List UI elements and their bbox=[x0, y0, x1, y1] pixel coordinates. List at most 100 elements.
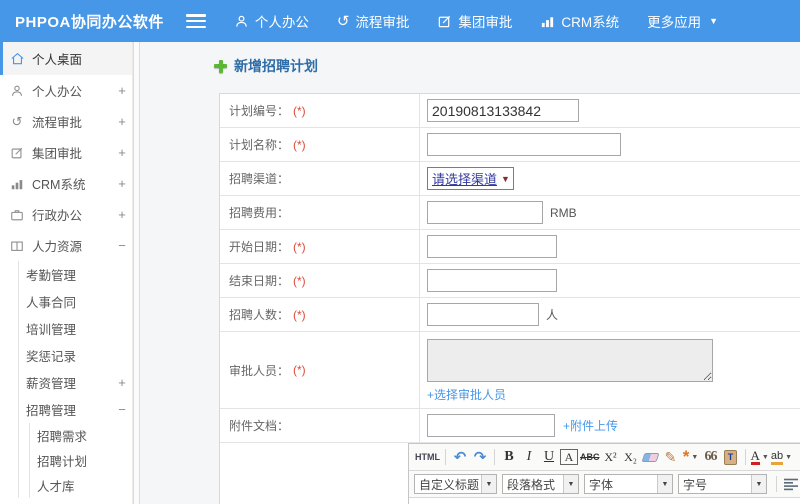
sidebar-item-label: 考勤管理 bbox=[26, 269, 77, 283]
bar-chart-icon bbox=[540, 14, 555, 29]
channel-select-value: 请选择渠道 bbox=[432, 172, 498, 187]
highlight-color-button[interactable]: ab ▼ bbox=[770, 447, 792, 467]
sidebar-item-recruit-mgmt[interactable]: 招聘管理 − bbox=[19, 396, 132, 423]
caret-down-icon: ▼ bbox=[657, 475, 672, 493]
caret-down-icon: ▼ bbox=[563, 475, 578, 493]
strikethrough-button[interactable]: ABC bbox=[580, 447, 600, 467]
form-row-plan-number: 计划编号： (*) bbox=[220, 94, 800, 128]
redo-icon[interactable]: ↷ bbox=[471, 447, 489, 467]
sidebar-item-label: 招聘管理 bbox=[26, 404, 77, 418]
fee-input[interactable] bbox=[427, 201, 543, 224]
nav-item-personal-office[interactable]: 个人办公 bbox=[234, 11, 309, 31]
align-left-icon[interactable] bbox=[782, 474, 800, 494]
edit-square-icon bbox=[9, 146, 25, 160]
home-icon bbox=[9, 52, 25, 66]
bar-chart-icon bbox=[9, 177, 25, 191]
field-label: 招聘人数： (*) bbox=[220, 298, 420, 331]
subscript-button[interactable]: X₂ bbox=[622, 447, 640, 467]
end-date-input[interactable] bbox=[427, 269, 557, 292]
underline-button[interactable]: U bbox=[540, 447, 558, 467]
eraser-icon[interactable] bbox=[641, 447, 660, 467]
sidebar-item-label: 集团审批 bbox=[32, 147, 83, 161]
sidebar-item-human-resources[interactable]: 人力资源 − bbox=[0, 230, 132, 261]
person-icon bbox=[234, 14, 249, 29]
sidebar-item-attendance[interactable]: 考勤管理 bbox=[19, 261, 132, 288]
nav-item-process-approval[interactable]: ↺ 流程审批 bbox=[337, 11, 410, 31]
sidebar-item-recruit-demand[interactable]: 招聘需求 bbox=[30, 423, 132, 448]
nav-item-group-approval[interactable]: 集团审批 bbox=[437, 11, 512, 31]
plan-number-input[interactable] bbox=[427, 99, 579, 122]
sidebar-scrollbar[interactable] bbox=[133, 42, 140, 504]
blockquote-button[interactable]: 66 bbox=[702, 447, 720, 467]
font-color-button[interactable]: A ▼ bbox=[750, 447, 769, 467]
nav-item-more-apps[interactable]: 更多应用 ▼ bbox=[647, 11, 718, 31]
sidebar-item-personal-desktop[interactable]: 个人桌面 bbox=[0, 42, 132, 75]
sidebar-item-talent-pool[interactable]: 人才库 bbox=[30, 473, 132, 498]
sidebar-item-group-approval[interactable]: 集团审批 + bbox=[0, 137, 132, 168]
caret-down-icon: ▼ bbox=[481, 475, 496, 493]
font-style-button[interactable]: A bbox=[560, 449, 578, 465]
sidebar-item-label: 人才库 bbox=[37, 480, 75, 494]
attachment-input[interactable] bbox=[427, 414, 555, 437]
sidebar-item-label: 个人办公 bbox=[32, 85, 83, 99]
html-source-button[interactable]: HTML bbox=[415, 447, 440, 467]
sidebar-item-recruit-plan[interactable]: 招聘计划 bbox=[30, 448, 132, 473]
page-title-text: 新增招聘计划 bbox=[234, 58, 318, 74]
sidebar-item-process-approval[interactable]: ↺ 流程审批 + bbox=[0, 106, 132, 137]
select-approver-link[interactable]: +选择审批人员 bbox=[427, 386, 506, 403]
paste-icon[interactable]: T bbox=[722, 447, 740, 467]
form-row-channel: 招聘渠道： 请选择渠道 ▼ bbox=[220, 162, 800, 196]
insert-color-icon[interactable]: * ▼ bbox=[682, 447, 700, 467]
sidebar-item-training[interactable]: 培训管理 bbox=[19, 315, 132, 342]
process-loop-icon: ↺ bbox=[336, 12, 350, 30]
sidebar-item-admin-office[interactable]: 行政办公 + bbox=[0, 199, 132, 230]
channel-select[interactable]: 请选择渠道 ▼ bbox=[427, 167, 514, 190]
sidebar-item-rewards[interactable]: 奖惩记录 bbox=[19, 342, 132, 369]
sidebar-item-crm-system[interactable]: CRM系统 + bbox=[0, 168, 132, 199]
toolbar-separator bbox=[776, 476, 777, 492]
editor-toolbar-row1: HTML ↶ ↷ B I U A ABC X² X₂ ✎ * ▼ 66 T A … bbox=[409, 444, 800, 471]
bold-button[interactable]: B bbox=[500, 447, 518, 467]
start-date-input[interactable] bbox=[427, 235, 557, 258]
sidebar-item-salary[interactable]: 薪资管理 + bbox=[19, 369, 132, 396]
process-loop-icon: ↺ bbox=[11, 114, 23, 129]
required-mark: (*) bbox=[293, 273, 306, 288]
custom-title-select[interactable]: 自定义标题 ▼ bbox=[414, 474, 497, 494]
nav-item-label: 个人办公 bbox=[254, 15, 309, 30]
brand-logo[interactable]: PHPOA协同办公软件 bbox=[15, 11, 164, 32]
required-mark: (*) bbox=[293, 307, 306, 322]
recruit-plan-form: 计划编号： (*) 计划名称： (*) 招聘渠道： 请选择渠道 bbox=[219, 93, 800, 504]
field-label: 计划编号： (*) bbox=[220, 94, 420, 127]
caret-down-icon: ▼ bbox=[709, 16, 719, 26]
undo-icon[interactable]: ↶ bbox=[451, 447, 469, 467]
nav-item-label: CRM系统 bbox=[561, 15, 620, 30]
font-size-select[interactable]: 字号 ▼ bbox=[678, 474, 767, 494]
form-row-editor: HTML ↶ ↷ B I U A ABC X² X₂ ✎ * ▼ 66 T A … bbox=[220, 443, 800, 504]
sidebar-item-hr-contract[interactable]: 人事合同 bbox=[19, 288, 132, 315]
font-family-select[interactable]: 字体 ▼ bbox=[584, 474, 673, 494]
sidebar-item-label: 行政办公 bbox=[32, 209, 83, 223]
top-navbar: PHPOA协同办公软件 个人办公 ↺ 流程审批 集团审批 CRM系统 更多应用 bbox=[0, 0, 800, 42]
editor-content-area[interactable] bbox=[409, 498, 800, 504]
expand-plus-icon: + bbox=[118, 176, 126, 191]
expand-plus-icon: + bbox=[118, 114, 126, 129]
format-brush-icon[interactable]: ✎ bbox=[662, 447, 680, 467]
hamburger-menu-icon[interactable] bbox=[185, 14, 206, 28]
sidebar-item-label: 个人桌面 bbox=[32, 53, 83, 67]
approver-textarea[interactable] bbox=[427, 339, 713, 382]
sidebar-item-personal-office[interactable]: 个人办公 + bbox=[0, 75, 132, 106]
superscript-button[interactable]: X² bbox=[602, 447, 620, 467]
headcount-unit-label: 人 bbox=[546, 308, 559, 322]
collapse-minus-icon: − bbox=[118, 402, 126, 417]
italic-button[interactable]: I bbox=[520, 447, 538, 467]
nav-item-crm-system[interactable]: CRM系统 bbox=[540, 11, 619, 31]
form-row-fee: 招聘费用： RMB bbox=[220, 196, 800, 230]
paragraph-format-select[interactable]: 段落格式 ▼ bbox=[502, 474, 579, 494]
toolbar-separator bbox=[744, 449, 746, 465]
book-icon bbox=[9, 239, 25, 253]
headcount-input[interactable] bbox=[427, 303, 539, 326]
sidebar-item-label: 招聘需求 bbox=[37, 430, 88, 444]
plan-name-input[interactable] bbox=[427, 133, 621, 156]
attachment-upload-link[interactable]: +附件上传 bbox=[563, 417, 618, 434]
edit-square-icon bbox=[437, 14, 452, 29]
